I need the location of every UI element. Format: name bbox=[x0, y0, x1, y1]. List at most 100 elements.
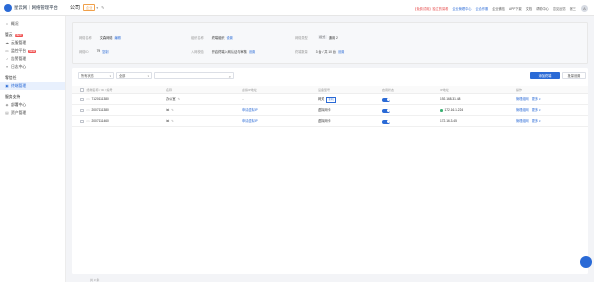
info-value: 3 台 / 共 10 台 bbox=[315, 49, 336, 54]
sidebar-item-logs[interactable]: ≡ 日志中心 bbox=[0, 63, 65, 71]
copy-link[interactable]: 复制 bbox=[102, 49, 108, 54]
search-input[interactable]: ⌕ bbox=[154, 72, 234, 79]
status-filter-select[interactable]: 所有状态 ▾ bbox=[78, 72, 114, 79]
manage-network-link[interactable]: 管理组网 bbox=[516, 94, 529, 105]
chevron-down-icon[interactable]: ▾ bbox=[539, 94, 540, 105]
info-network-type: 网络类型 模式 通用 2 bbox=[295, 35, 338, 40]
virtual-ip-cell: -- bbox=[242, 94, 244, 105]
ip-cell: 172.16.3.45 bbox=[440, 116, 457, 127]
actions-cell: 管理组网 更多 ▾ bbox=[516, 116, 541, 127]
more-link[interactable]: 更多 bbox=[532, 94, 538, 105]
info-network-name: 网络名称 文森网络 编辑 bbox=[79, 35, 121, 40]
top-link-help[interactable]: 帮助中心 bbox=[536, 6, 549, 11]
cloud-icon: ☁ bbox=[5, 41, 9, 45]
info-label: 终端数量 bbox=[295, 49, 308, 54]
info-label: 组织名称 bbox=[191, 35, 204, 40]
sidebar-item-alerts[interactable]: ♪ 告警管理 bbox=[0, 55, 65, 63]
table-row[interactable]: ▭ 7120111380 办公室 ✎ -- 网关 主机 192.168.31.4… bbox=[72, 94, 588, 105]
info-label: 网络类型 bbox=[295, 35, 308, 40]
edit-icon[interactable]: ✎ bbox=[171, 116, 174, 127]
sidebar-group-label: 管云 bbox=[5, 33, 13, 37]
enable-toggle[interactable] bbox=[382, 108, 390, 113]
sidebar-item-overview[interactable]: ⌂ 概况 bbox=[0, 20, 65, 28]
avatar[interactable]: A bbox=[581, 4, 588, 12]
chevron-down-icon[interactable]: ▾ bbox=[539, 105, 540, 116]
more-link[interactable]: 更多 bbox=[532, 116, 538, 127]
edit-link[interactable]: 编辑 bbox=[115, 35, 121, 40]
asset-icon: ▤ bbox=[5, 111, 9, 115]
info-terminal-count: 终端数量 3 台 / 共 10 台 设置 bbox=[295, 49, 344, 54]
workspace-name[interactable]: 公司 bbox=[70, 4, 80, 11]
type-filter-select[interactable]: 全部 ▾ bbox=[116, 72, 152, 79]
sidebar-item-label: 云服管理 bbox=[11, 40, 27, 45]
settings-link[interactable]: 设置 bbox=[227, 35, 233, 40]
row-checkbox[interactable] bbox=[80, 108, 84, 113]
model-cell: 网关 主机 bbox=[318, 94, 336, 105]
sidebar-item-deploy[interactable]: ◈ 部署中心 bbox=[0, 101, 65, 109]
settings-link[interactable]: 设置 bbox=[338, 49, 344, 54]
terminal-id: 2007111380 bbox=[91, 108, 109, 112]
manage-network-link[interactable]: 管理组网 bbox=[516, 116, 529, 127]
sidebar-item-label: 部署中心 bbox=[11, 102, 27, 107]
sidebar-group-label: 服务支持 bbox=[5, 95, 21, 99]
top-link-wechat[interactable]: 企业微信 bbox=[492, 6, 505, 11]
top-links: 【免费试用】独立的易看 企业管理中心 云合作服 企业微信 APP下载 文档 帮助… bbox=[409, 0, 594, 16]
ip-address: 172.16.1.224 bbox=[444, 108, 464, 112]
sidebar-item-label: 日志中心 bbox=[11, 64, 27, 69]
table-header-cell: 名称 bbox=[166, 88, 173, 92]
main-content: 网络名称 文森网络 编辑 组织名称 终端组织 设置 网络类型 模式 通用 2 网… bbox=[66, 16, 594, 282]
apply-virtual-ip-link[interactable]: 申请虚拟IP bbox=[242, 116, 258, 127]
model-cell: 虚拟网卡 bbox=[318, 105, 331, 116]
help-float-button[interactable] bbox=[580, 256, 592, 268]
terminal-icon: ▣ bbox=[5, 84, 9, 88]
terminal-id-cell: ▭ 2007111460 bbox=[80, 116, 109, 127]
top-link-feedback[interactable]: 意见反馈 bbox=[553, 6, 566, 11]
enable-toggle[interactable] bbox=[382, 97, 390, 102]
top-link-enterprise[interactable]: 企业管理中心 bbox=[452, 6, 471, 11]
info-value: 79 bbox=[96, 49, 101, 53]
edit-icon[interactable]: ✎ bbox=[178, 94, 181, 105]
sidebar-item-label: 监控平台 bbox=[11, 48, 27, 53]
batch-settings-button[interactable]: 批量设置 bbox=[562, 72, 586, 79]
top-link-user[interactable]: 张三 bbox=[570, 6, 576, 11]
network-info-card: 网络名称 文森网络 编辑 组织名称 终端组织 设置 网络类型 模式 通用 2 网… bbox=[72, 22, 588, 64]
edit-icon[interactable]: ✎ bbox=[171, 105, 174, 116]
top-link-docs[interactable]: 文档 bbox=[526, 6, 532, 11]
header-label: 终端名称 / ID / 编号 bbox=[86, 88, 113, 92]
add-terminal-button[interactable]: 添加终端 bbox=[530, 72, 560, 79]
terminal-name: 办公室 bbox=[166, 97, 176, 101]
top-link-cloud[interactable]: 云合作服 bbox=[475, 6, 488, 11]
enable-toggle[interactable] bbox=[382, 119, 390, 124]
table-row[interactable]: ▭ 2007111460 ist ✎ 申请虚拟IP 虚拟网卡 172.16.3.… bbox=[72, 116, 588, 127]
logo[interactable]: 星云网｜网络管理平台 bbox=[0, 3, 66, 12]
select-all-checkbox[interactable] bbox=[80, 88, 84, 92]
terminal-list-card: 所有状态 ▾ 全部 ▾ ⌕ 添加终端 批量设置 终端名称 / ID / 编号 名… bbox=[72, 68, 588, 274]
top-link-app[interactable]: APP下载 bbox=[509, 6, 522, 11]
sidebar-item-cloud-manage[interactable]: ☁ 云服管理 bbox=[0, 39, 65, 47]
table-header-cell: IP地址 bbox=[440, 88, 449, 92]
top-link-trial[interactable]: 【免费试用】独立的易看 bbox=[413, 6, 448, 11]
terminal-name: ist bbox=[166, 119, 170, 123]
manage-network-link[interactable]: 管理组网 bbox=[516, 105, 529, 116]
sidebar-group-label: 零信任 bbox=[5, 76, 17, 80]
pagination-total: 共 3 条 bbox=[90, 278, 100, 282]
chevron-down-icon[interactable]: ▾ bbox=[539, 116, 540, 127]
log-icon: ≡ bbox=[5, 65, 9, 69]
apply-virtual-ip-link[interactable]: 申请虚拟IP bbox=[242, 105, 258, 116]
row-checkbox[interactable] bbox=[80, 97, 84, 102]
select-value: 全部 bbox=[119, 74, 126, 78]
more-link[interactable]: 更多 bbox=[532, 105, 538, 116]
sidebar-item-monitor[interactable]: ▭ 监控平台 NEW bbox=[0, 47, 65, 55]
row-checkbox[interactable] bbox=[80, 119, 84, 124]
sidebar-group-support: 服务支持 bbox=[0, 94, 65, 101]
edit-icon[interactable]: ✎ bbox=[101, 5, 104, 10]
sidebar-item-terminal[interactable]: ▣ 终端管理 bbox=[0, 82, 65, 90]
chevron-down-icon[interactable]: ▾ bbox=[96, 6, 98, 10]
select-value: 所有状态 bbox=[81, 74, 94, 78]
virtual-ip: -- bbox=[242, 97, 245, 101]
enabled-cell bbox=[382, 116, 390, 127]
sidebar-item-assets[interactable]: ▤ 资产管理 bbox=[0, 109, 65, 117]
table-row[interactable]: ▭ 2007111380 ist ✎ 申请虚拟IP 虚拟网卡 172.16.1.… bbox=[72, 105, 588, 116]
settings-link[interactable]: 设置 bbox=[249, 49, 255, 54]
bell-icon: ♪ bbox=[6, 57, 8, 61]
